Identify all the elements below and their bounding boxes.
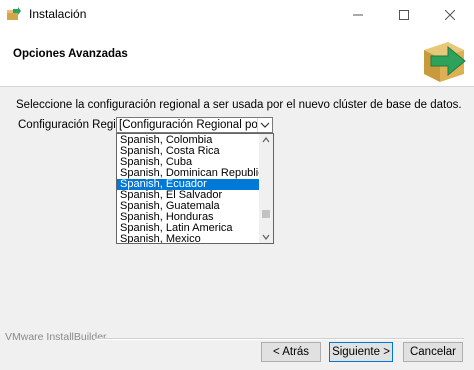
close-icon xyxy=(444,9,456,20)
list-item[interactable]: Spanish, Costa Rica xyxy=(117,146,259,157)
app-icon xyxy=(7,7,21,20)
locale-select[interactable]: [Configuración Regional por defecto] xyxy=(116,117,273,133)
chevron-down-icon xyxy=(260,122,270,128)
page-header: Opciones Avanzadas xyxy=(0,28,474,87)
list-item-selected[interactable]: Spanish, Ecuador xyxy=(117,179,259,190)
next-button[interactable]: Siguiente > xyxy=(329,342,393,362)
page-title: Opciones Avanzadas xyxy=(13,48,128,60)
installer-window: Instalación Opciones Avanzadas Seleccion… xyxy=(0,0,474,370)
options-list: Spanish, Colombia Spanish, Costa Rica Sp… xyxy=(117,135,259,243)
minimize-icon xyxy=(353,14,363,16)
title-bar: Instalación xyxy=(0,0,474,28)
scroll-down-button[interactable] xyxy=(259,231,273,243)
maximize-icon xyxy=(399,9,409,20)
chevron-up-icon xyxy=(262,137,270,143)
list-scrollbar[interactable] xyxy=(259,134,273,243)
instruction-text: Seleccione la configuración regional a s… xyxy=(16,99,462,111)
locale-select-value: [Configuración Regional por defecto] xyxy=(119,119,259,131)
list-item[interactable]: Spanish, Cuba xyxy=(117,157,259,168)
list-item[interactable]: Spanish, Dominican Republic xyxy=(117,168,259,179)
list-item[interactable]: Spanish, El Salvador xyxy=(117,190,259,201)
list-item[interactable]: Spanish, Mexico xyxy=(117,234,259,243)
list-item[interactable]: Spanish, Colombia xyxy=(117,135,259,146)
locale-dropdown-list: Spanish, Colombia Spanish, Costa Rica Sp… xyxy=(116,133,274,244)
list-item[interactable]: Spanish, Guatemala xyxy=(117,201,259,212)
close-button[interactable] xyxy=(427,0,473,28)
scroll-thumb[interactable] xyxy=(262,210,270,218)
installer-arrow-box-icon xyxy=(424,42,466,82)
list-item[interactable]: Spanish, Honduras xyxy=(117,212,259,223)
list-item[interactable]: Spanish, Latin America xyxy=(117,223,259,234)
installer-brand-label: VMware InstallBuilder xyxy=(5,331,107,343)
cancel-button[interactable]: Cancelar xyxy=(403,342,463,362)
back-button[interactable]: < Atrás xyxy=(261,342,321,362)
dropdown-button[interactable] xyxy=(257,118,272,132)
minimize-button[interactable] xyxy=(335,0,381,28)
maximize-button[interactable] xyxy=(381,0,427,28)
chevron-down-icon xyxy=(262,234,270,240)
window-title: Instalación xyxy=(29,7,87,21)
scroll-up-button[interactable] xyxy=(259,134,273,146)
footer-divider xyxy=(95,338,464,340)
